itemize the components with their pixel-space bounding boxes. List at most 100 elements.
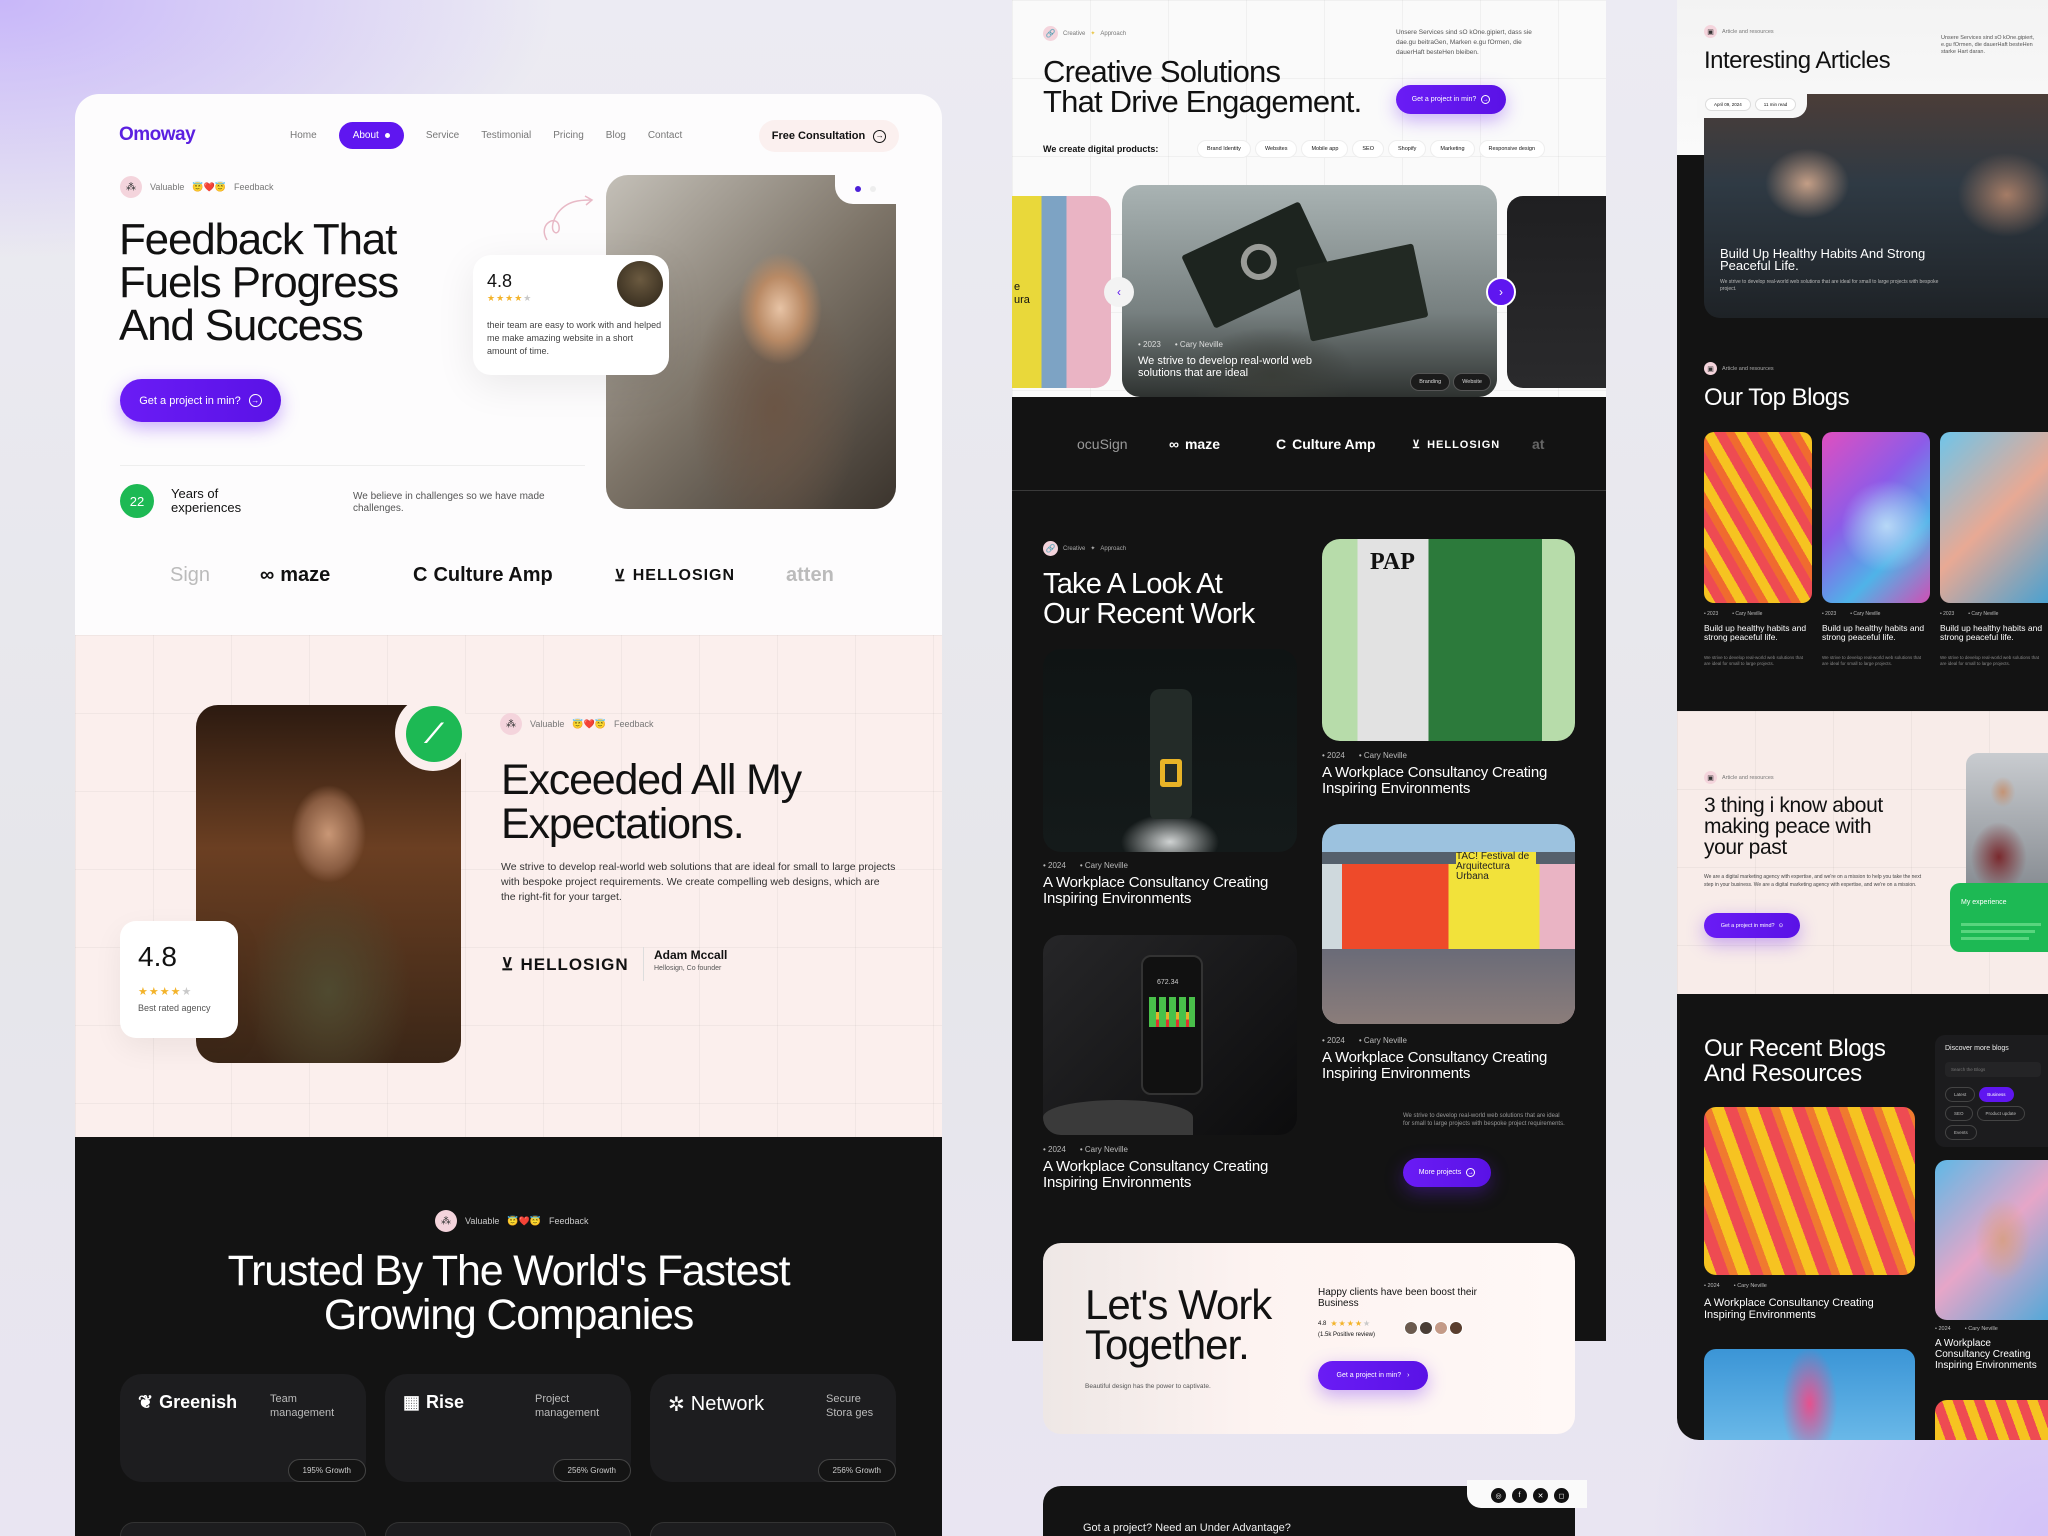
facebook-icon[interactable]: f — [1512, 1488, 1527, 1503]
nav-home[interactable]: Home — [290, 130, 317, 141]
tac-project-image[interactable]: TAC! Festival de Arquitectura Urbana — [1322, 824, 1575, 1024]
social-links: ◎ f ✕ ◻ — [1491, 1488, 1569, 1503]
recent-blog-image[interactable] — [1704, 1107, 1915, 1275]
blog-year: 2024 — [1935, 1326, 1950, 1332]
product-pill[interactable]: Mobile app — [1301, 140, 1349, 158]
tag-pill[interactable]: Website — [1453, 373, 1491, 391]
avatar — [1404, 1321, 1418, 1335]
title-line: That Drive Engagement. — [1043, 84, 1362, 119]
blog-author: Cary Neville — [1968, 611, 1998, 617]
instagram-icon[interactable]: ◻ — [1554, 1488, 1569, 1503]
product-pill[interactable]: Websites — [1254, 140, 1298, 158]
filter-seo[interactable]: SEO — [1945, 1106, 1973, 1121]
recent-blog-image[interactable] — [1935, 1400, 2048, 1440]
bottle-project-image[interactable] — [1043, 649, 1297, 852]
nav-service[interactable]: Service — [426, 130, 459, 141]
company-card[interactable]: ✲ Network Secure Stora ges 256% Growth — [650, 1374, 896, 1482]
blog-meta: 2024 Cary Neville — [1935, 1326, 1997, 1332]
company-card[interactable] — [120, 1522, 366, 1536]
testimonial-body: We strive to develop real-world web solu… — [501, 861, 896, 903]
recent-blog-image[interactable] — [1935, 1160, 2048, 1320]
product-pill[interactable]: Shopify — [1388, 140, 1427, 158]
nav-about[interactable]: About — [338, 122, 404, 149]
project-author: Cary Neville — [1359, 751, 1407, 760]
hellosign-icon: ⊻ — [501, 955, 515, 974]
blog-title[interactable]: A Workplace Consultancy Creating Inspiri… — [1704, 1297, 1915, 1321]
tag-pill[interactable]: Branding — [1410, 373, 1451, 391]
blog-year: 2024 — [1704, 1283, 1719, 1289]
blog-image-wavy-face[interactable] — [1704, 432, 1812, 603]
slide-tags: Branding Website — [1410, 373, 1491, 391]
blog-image-face[interactable] — [1940, 432, 2048, 603]
phone-project-image[interactable]: 672.34 — [1043, 935, 1297, 1135]
man-at-desk-photo — [1966, 753, 2048, 883]
logo-attentive: atten — [786, 564, 834, 586]
recent-blog-image[interactable] — [1704, 1349, 1915, 1440]
get-project-button[interactable]: Get a project in min? → — [120, 379, 281, 422]
filter-business[interactable]: Business — [1979, 1087, 2014, 1102]
title-line: Growing Companies — [323, 1291, 694, 1339]
hellosign-icon: ⊻ — [1412, 439, 1422, 451]
product-pill[interactable]: SEO — [1352, 140, 1385, 158]
button-label: Get a project in mind? — [1720, 922, 1775, 929]
feature-article-photo[interactable]: Build Up Healthy Habits And Strong Peace… — [1704, 94, 2048, 318]
articles-title: Interesting Articles — [1704, 47, 1891, 74]
maze-icon: ∞ — [1169, 436, 1179, 452]
blog-search-input[interactable] — [1945, 1062, 2041, 1077]
project-title[interactable]: A Workplace Consultancy Creating Inspiri… — [1322, 765, 1572, 797]
get-project-label: Get a project in min? — [139, 394, 241, 407]
get-project-button[interactable]: Get a project in min? › — [1318, 1361, 1428, 1390]
carousel-dot-active[interactable] — [855, 186, 861, 192]
blog-image-glass[interactable] — [1822, 432, 1930, 603]
filter-events[interactable]: Events — [1945, 1125, 1977, 1140]
filter-product-update[interactable]: Product update — [1976, 1106, 2026, 1121]
nav-contact[interactable]: Contact — [648, 130, 682, 141]
company-card[interactable] — [385, 1522, 631, 1536]
contact-question: Got a project? Need an Under Advantage? — [1083, 1522, 1291, 1534]
more-projects-button[interactable]: More projects → — [1403, 1158, 1491, 1187]
project-title[interactable]: A Workplace Consultancy Creating Inspiri… — [1043, 1159, 1293, 1191]
product-pill[interactable]: Responsive design — [1478, 140, 1546, 158]
badge-text: Valuable — [465, 1216, 500, 1226]
filter-latest[interactable]: Latest — [1945, 1087, 1976, 1102]
dribbble-icon[interactable]: ◎ — [1491, 1488, 1506, 1503]
get-project-button[interactable]: Get a project in mind? ⊙ — [1704, 913, 1800, 938]
nav-pricing[interactable]: Pricing — [553, 130, 584, 141]
brand-logo[interactable]: Omoway — [119, 124, 196, 146]
free-consultation-button[interactable]: Free Consultation → — [759, 120, 899, 152]
carousel-slide-main[interactable]: 2023 Cary Neville We strive to develop re… — [1122, 185, 1497, 397]
review-text: their team are easy to work with and hel… — [487, 320, 662, 356]
carousel-slide-prev[interactable]: e ura — [1012, 196, 1111, 388]
lets-work-sub: Beautiful design has the power to captiv… — [1085, 1383, 1211, 1390]
blog-title[interactable]: Build up healthy habits and strong peace… — [1940, 624, 2044, 642]
carousel-dot[interactable] — [870, 186, 876, 192]
feature-desc: We strive to develop real-world web solu… — [1720, 279, 1939, 292]
company-card[interactable] — [650, 1522, 896, 1536]
company-card[interactable]: ▦ Rise Project management 256% Growth — [385, 1374, 631, 1482]
carousel-next-button[interactable]: › — [1486, 277, 1516, 307]
peace-title: 3 thing i know about making peace with y… — [1704, 794, 1883, 859]
badge-text: Article and resources — [1722, 774, 1774, 781]
phone-mockup: 672.34 — [1141, 955, 1203, 1095]
project-title[interactable]: A Workplace Consultancy Creating Inspiri… — [1043, 875, 1293, 907]
reviewer-avatar — [617, 261, 663, 307]
blog-title[interactable]: Build up healthy habits and strong peace… — [1704, 624, 1810, 642]
blog-title[interactable]: A Workplace Consultancy Creating Inspiri… — [1935, 1338, 2045, 1371]
read-time-pill: 11 min read — [1754, 98, 1797, 111]
carousel-prev-button[interactable]: ‹ — [1104, 277, 1134, 307]
lets-work-card: Let's Work Together. Beautiful design ha… — [1043, 1243, 1575, 1434]
badge-text: Feedback — [234, 182, 274, 192]
get-project-button[interactable]: Get a project in min? → — [1396, 85, 1506, 114]
company-card[interactable]: ❦ Greenish Team management 195% Growth — [120, 1374, 366, 1482]
nav-testimonial[interactable]: Testimonial — [481, 130, 531, 141]
pap-project-image[interactable]: PAP — [1322, 539, 1575, 741]
project-title[interactable]: A Workplace Consultancy Creating Inspiri… — [1322, 1050, 1572, 1082]
blog-title[interactable]: Build up healthy habits and strong peace… — [1822, 624, 1928, 642]
carousel-slide-next[interactable] — [1507, 196, 1606, 388]
nav-blog[interactable]: Blog — [606, 130, 626, 141]
years-note: We believe in challenges so we have made… — [353, 491, 545, 514]
logo-text: maze — [280, 564, 331, 586]
x-icon[interactable]: ✕ — [1533, 1488, 1548, 1503]
product-pill[interactable]: Marketing — [1430, 140, 1475, 158]
product-pill[interactable]: Brand Identity — [1197, 140, 1251, 158]
